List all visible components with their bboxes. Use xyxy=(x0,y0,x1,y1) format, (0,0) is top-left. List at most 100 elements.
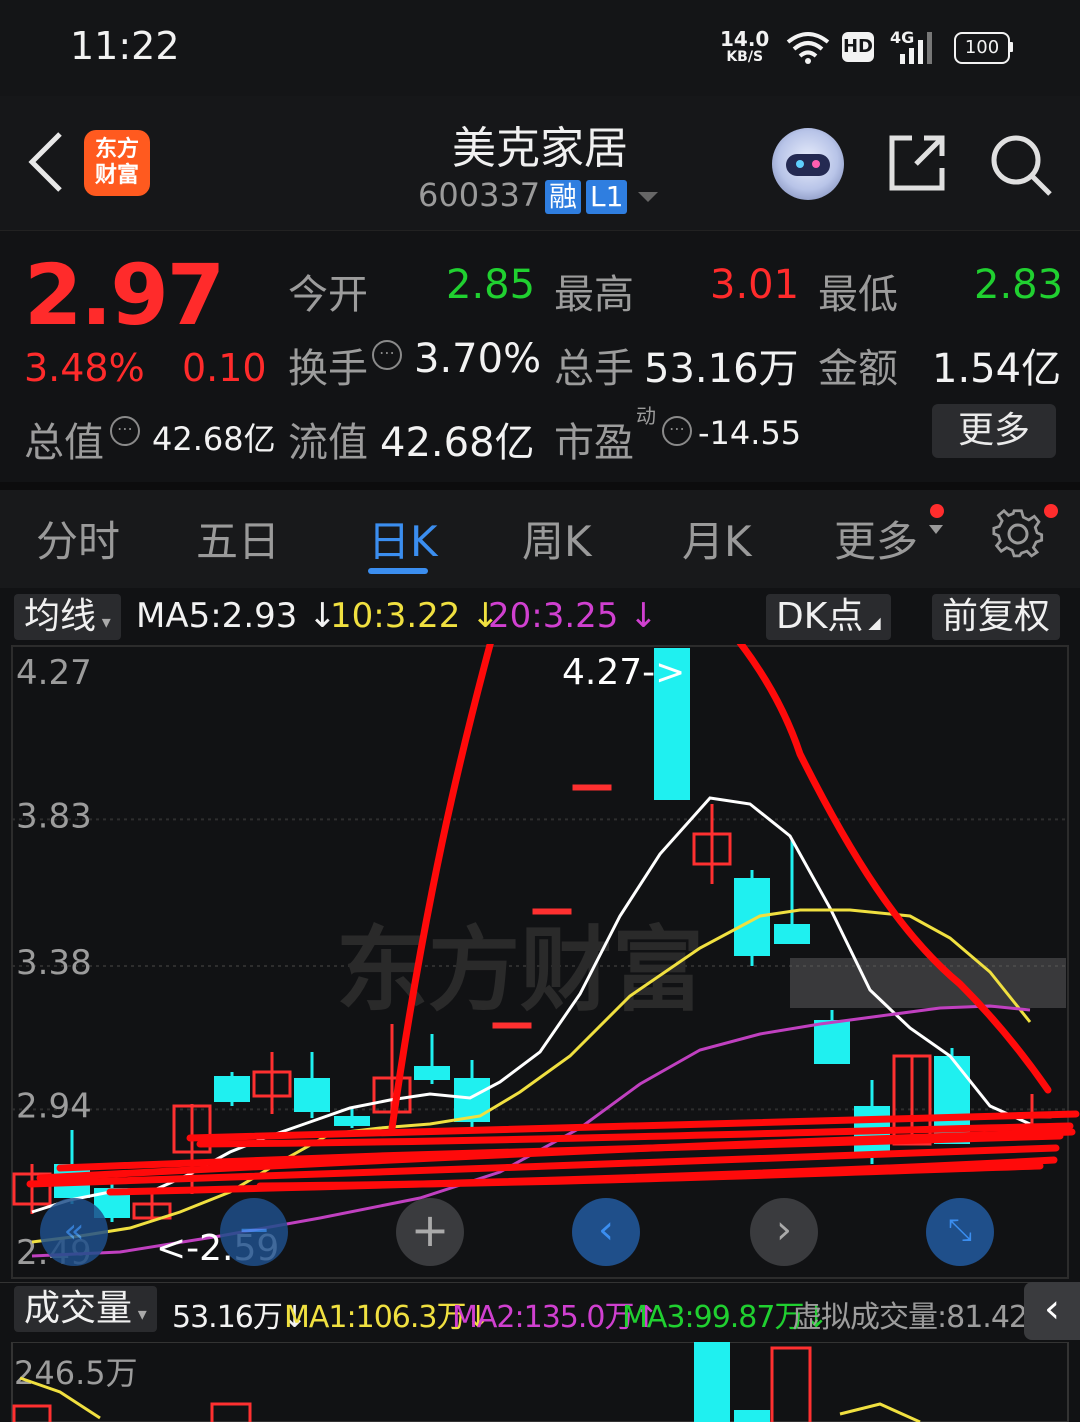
rewind-button[interactable]: « xyxy=(40,1198,108,1266)
active-tab-indicator xyxy=(368,568,428,574)
change-amount: 0.10 xyxy=(182,346,267,390)
net-speed: 14.0 KB/S xyxy=(720,27,770,66)
volume-ma-line-2 xyxy=(839,1402,921,1422)
ma10-value: 10:3.22 ↓ xyxy=(330,596,500,636)
turnover-info-icon[interactable]: ⋯ xyxy=(372,340,402,370)
y-tick-label: 4.27 xyxy=(16,653,92,693)
notification-dot xyxy=(930,504,944,518)
max-price-label: 4.27-> xyxy=(562,652,685,693)
volume-bar-4 xyxy=(734,1410,770,1422)
ma20-text: 20:3.25 xyxy=(488,596,619,636)
volume-bar-3 xyxy=(694,1342,730,1422)
open-label: 今开 xyxy=(288,272,368,318)
turnover-label: 换手 xyxy=(288,346,368,392)
pe-value: -14.55 xyxy=(698,414,802,452)
volume-label: 总手 xyxy=(554,346,634,392)
stock-switch-dropdown-icon[interactable] xyxy=(636,190,660,204)
volume-indicator-selector[interactable]: 成交量 ▾ xyxy=(14,1286,157,1332)
volume-bar-1 xyxy=(12,1404,52,1422)
tab-more[interactable]: 更多 xyxy=(834,508,918,569)
volume-ma1-text: MA1:106.3万 xyxy=(284,1300,466,1335)
candle-body xyxy=(774,924,810,944)
tab-intraday[interactable]: 分时 xyxy=(36,508,120,569)
y-tick-label: 2.94 xyxy=(16,1086,92,1126)
adjust-button[interactable]: 前复权 xyxy=(932,594,1061,640)
volume-bar-2 xyxy=(210,1402,252,1422)
pe-label: 市盈 xyxy=(554,420,634,466)
volume-value: 53.16万 xyxy=(644,346,799,392)
volume-current-text: 53.16万 xyxy=(172,1300,283,1335)
amount-value: 1.54亿 xyxy=(932,346,1062,392)
pan-left-button[interactable]: ‹ xyxy=(572,1198,640,1266)
open-value: 2.85 xyxy=(446,262,536,308)
fullscreen-button[interactable]: ⤡ xyxy=(926,1198,994,1266)
volume-ma3-text: MA3:99.87万 xyxy=(622,1300,804,1335)
amount-label: 金额 xyxy=(818,346,898,392)
float-cap-label: 流值 xyxy=(288,420,368,466)
float-cap-value: 42.68亿 xyxy=(380,420,535,466)
volume-chart: 246.5万 xyxy=(11,1342,1069,1422)
dk-highlight-box xyxy=(790,958,1066,1008)
volume-y-max: 246.5万 xyxy=(14,1354,138,1392)
battery-tip xyxy=(1009,42,1013,52)
net-speed-unit: KB/S xyxy=(726,49,764,65)
volume-selector-label: 成交量 xyxy=(24,1288,133,1329)
share-icon[interactable] xyxy=(886,132,948,194)
net-speed-value: 14.0 xyxy=(720,27,770,51)
low-value: 2.83 xyxy=(974,262,1064,308)
ma10-text: 10:3.22 xyxy=(330,596,461,636)
level-badge: L1 xyxy=(586,180,628,214)
volume-collapse-button[interactable]: ‹ xyxy=(1024,1282,1080,1340)
current-price: 2.97 xyxy=(24,246,225,344)
ma5-text: MA5:2.93 xyxy=(136,596,298,636)
market-cap-label: 总值 xyxy=(24,420,104,466)
indicator-selector[interactable]: 均线 ▾ xyxy=(14,594,121,640)
kline-chart[interactable]: 东方财富 4.273.833.382.942.49 4.27-> <-2.59 xyxy=(0,644,1080,1282)
stock-code: 600337 xyxy=(418,176,541,214)
hd-icon: HD xyxy=(842,32,874,62)
assistant-avatar[interactable] xyxy=(772,128,844,200)
zoom-out-button[interactable]: − xyxy=(220,1198,288,1266)
tab-daily-k[interactable]: 日K xyxy=(368,508,438,569)
more-quote-button[interactable]: 更多 xyxy=(932,404,1056,458)
ma5-value: MA5:2.93 ↓ xyxy=(136,596,337,636)
market-cap-info-icon[interactable]: ⋯ xyxy=(110,416,140,446)
gear-icon[interactable] xyxy=(992,508,1044,560)
signal-label: 4G xyxy=(890,28,915,47)
virtual-volume: 虚拟成交量:81.42万 xyxy=(792,1300,1057,1335)
battery-icon: 100 xyxy=(954,32,1010,64)
high-label: 最高 xyxy=(554,272,634,318)
change-percent: 3.48% xyxy=(24,346,145,390)
pan-right-button[interactable]: › xyxy=(750,1198,818,1266)
candle-body xyxy=(572,784,612,791)
zoom-in-button[interactable]: + xyxy=(396,1198,464,1266)
pe-dynamic-mark: 动 xyxy=(636,404,656,428)
status-time: 11:22 xyxy=(70,24,180,68)
candle-body xyxy=(814,1020,850,1064)
candle-body xyxy=(294,1078,330,1112)
settings-notification-dot xyxy=(1044,504,1058,518)
high-value: 3.01 xyxy=(710,262,800,308)
dk-point-label: DK点 xyxy=(776,596,864,637)
watermark: 东方财富 xyxy=(336,917,704,1024)
turnover-value: 3.70% xyxy=(414,336,542,382)
y-tick-label: 3.38 xyxy=(16,943,92,983)
wifi-icon xyxy=(786,32,830,64)
tab-five-day[interactable]: 五日 xyxy=(196,508,280,569)
indicator-selector-label: 均线 xyxy=(24,596,97,637)
candle-body xyxy=(414,1066,450,1080)
pe-info-icon[interactable]: ⋯ xyxy=(662,416,692,446)
candle-body xyxy=(734,878,770,956)
search-icon[interactable] xyxy=(988,132,1054,198)
tab-monthly-k[interactable]: 月K xyxy=(682,508,752,569)
tab-more-dropdown-icon xyxy=(929,525,943,534)
dk-point-button[interactable]: DK点 ◢ xyxy=(766,594,891,640)
volume-bar-5 xyxy=(770,1346,812,1422)
candle-body xyxy=(492,1022,532,1029)
candle-body xyxy=(334,1116,370,1126)
market-cap-value: 42.68亿 xyxy=(152,420,276,458)
tab-weekly-k[interactable]: 周K xyxy=(522,508,592,569)
low-label: 最低 xyxy=(818,272,898,318)
volume-ma2-text: MA2:135.0万 xyxy=(452,1300,634,1335)
candle-body xyxy=(454,1078,490,1122)
